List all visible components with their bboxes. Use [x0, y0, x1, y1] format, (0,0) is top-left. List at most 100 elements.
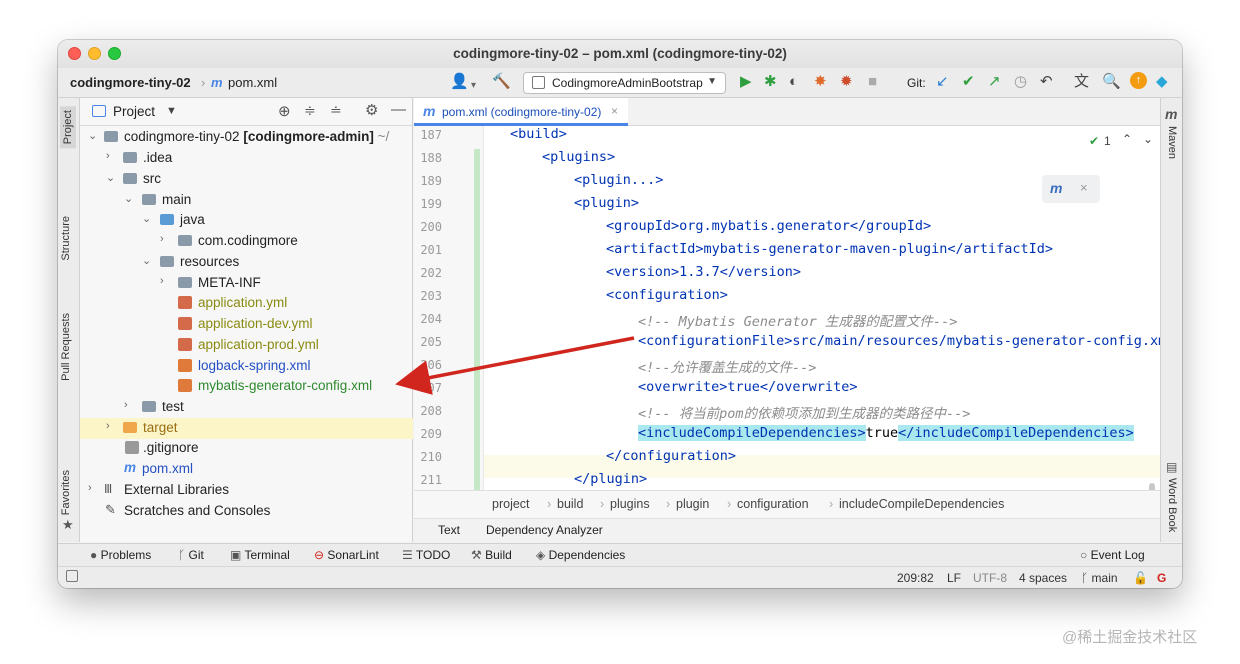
breadcrumb-include-compile-dependencies[interactable]: includeCompileDependencies — [839, 497, 1004, 511]
tool-dependencies[interactable]: ◈ Dependencies — [536, 548, 625, 562]
file-encoding[interactable]: UTF-8 — [973, 571, 1007, 585]
lock-icon[interactable]: 🔓 — [1133, 571, 1148, 585]
tab-structure[interactable]: Structure — [60, 216, 72, 261]
chevron-right-icon[interactable]: › — [106, 420, 110, 432]
code-line-188[interactable]: <plugins> — [484, 149, 1160, 172]
code-line-187[interactable]: <build> — [484, 126, 1160, 149]
code-line-207[interactable]: <overwrite>true</overwrite> — [484, 379, 1160, 402]
git-update-icon[interactable]: ↙ — [936, 73, 949, 91]
tree-item-gitignore[interactable]: .gitignore — [80, 438, 413, 459]
translate-icon[interactable]: 文 — [1074, 73, 1089, 91]
chevron-right-icon[interactable]: › — [124, 399, 128, 411]
tool-terminal[interactable]: ▣ Terminal — [230, 548, 290, 562]
tree-item-application-dev-yml[interactable]: application-dev.yml — [80, 314, 413, 335]
tree-item-java[interactable]: ⌄ java — [80, 210, 413, 231]
inspection-count[interactable]: 1 — [1104, 134, 1111, 148]
code-line-209[interactable]: <includeCompileDependencies>true</includ… — [484, 425, 1160, 448]
breadcrumb-build[interactable]: build — [557, 497, 583, 511]
run-icon[interactable]: ▶ — [740, 73, 752, 91]
build-hammer-icon[interactable]: 🔨 — [492, 73, 511, 91]
code-line-202[interactable]: <version>1.3.7</version> — [484, 264, 1160, 287]
tree-item-external-libraries[interactable]: › Ⅲ External Libraries — [80, 480, 413, 501]
tree-item-idea[interactable]: › .idea — [80, 148, 413, 169]
git-commit-icon[interactable]: ✔ — [962, 73, 975, 91]
tree-item-package[interactable]: › com.codingmore — [80, 231, 413, 252]
close-icon[interactable]: × — [1080, 180, 1088, 195]
tab-project[interactable]: Project — [60, 106, 76, 149]
chevron-down-icon[interactable]: ⌄ — [142, 212, 151, 225]
tree-item-logback-xml[interactable]: logback-spring.xml — [80, 356, 413, 377]
chevron-right-icon[interactable]: › — [88, 482, 92, 494]
breadcrumb-configuration[interactable]: configuration — [737, 497, 809, 511]
tab-text[interactable]: Text — [438, 523, 460, 537]
chevron-right-icon[interactable]: › — [160, 233, 164, 245]
coverage-icon[interactable]: ◐ — [789, 73, 798, 91]
previous-highlight-icon[interactable]: ⌃ — [1122, 132, 1132, 146]
chevron-right-icon[interactable]: › — [106, 150, 110, 162]
chevron-down-icon[interactable]: ▾ — [471, 77, 476, 95]
close-icon[interactable]: × — [611, 104, 618, 118]
tree-item-pom-xml[interactable]: m pom.xml — [80, 459, 413, 480]
code-line-204[interactable]: <!-- Mybatis Generator 生成器的配置文件--> — [484, 310, 1160, 333]
tree-item-resources[interactable]: ⌄ resources — [80, 252, 413, 273]
tool-git[interactable]: ᚴ Git — [178, 548, 204, 562]
stop-icon[interactable]: ■ — [868, 73, 877, 91]
code-line-205[interactable]: <configurationFile>src/main/resources/my… — [484, 333, 1160, 356]
tool-sonarlint[interactable]: ⊖ SonarLint — [314, 548, 379, 562]
chevron-right-icon[interactable]: › — [160, 275, 164, 287]
code-line-206[interactable]: <!--允许覆盖生成的文件--> — [484, 356, 1160, 379]
tool-todo[interactable]: ☰ TODO — [402, 548, 450, 562]
tree-item-target[interactable]: › target — [80, 418, 413, 439]
tool-event-log[interactable]: ○ Event Log — [1080, 548, 1145, 562]
tree-item-meta-inf[interactable]: › META-INF — [80, 273, 413, 294]
run-configuration-select[interactable]: CodingmoreAdminBootstrap ▼ — [523, 72, 726, 94]
run-anything-icon[interactable]: ✹ — [840, 73, 853, 91]
debug-icon[interactable]: ✱ — [764, 73, 777, 91]
update-icon[interactable]: ↑ — [1130, 72, 1147, 89]
hide-panel-icon[interactable]: — — [391, 101, 406, 118]
breadcrumb-file[interactable]: pom.xml — [228, 75, 277, 90]
gear-icon[interactable]: ⚙ — [365, 101, 378, 119]
chevron-down-icon[interactable]: ⌄ — [106, 171, 115, 184]
google-icon[interactable]: G — [1157, 571, 1166, 585]
chevron-down-icon[interactable]: ⌄ — [124, 192, 133, 205]
tree-item-root[interactable]: ⌄ codingmore-tiny-02 [codingmore-admin] … — [80, 127, 413, 148]
tree-item-scratches[interactable]: ✎ Scratches and Consoles — [80, 501, 413, 522]
chevron-down-icon[interactable]: ⌄ — [88, 129, 97, 142]
profiler-icon[interactable]: ✸ — [814, 73, 827, 91]
maven-reload-icon[interactable]: m — [1050, 180, 1062, 196]
indent-setting[interactable]: 4 spaces — [1019, 571, 1067, 585]
line-separator[interactable]: LF — [947, 571, 961, 585]
inspection-check-icon[interactable]: ✔ — [1089, 134, 1099, 148]
tree-item-application-prod-yml[interactable]: application-prod.yml — [80, 335, 413, 356]
code-line-211[interactable]: </plugin> — [484, 471, 1160, 490]
chevron-down-icon[interactable]: ▼ — [166, 105, 177, 117]
breadcrumb-plugin[interactable]: plugin — [676, 497, 709, 511]
code-line-203[interactable]: <configuration> — [484, 287, 1160, 310]
tab-pull-requests[interactable]: Pull Requests — [60, 313, 72, 381]
tab-dependency-analyzer[interactable]: Dependency Analyzer — [486, 523, 603, 537]
code-line-200[interactable]: <groupId>org.mybatis.generator</groupId> — [484, 218, 1160, 241]
locate-file-icon[interactable]: ⊕ — [278, 102, 291, 120]
history-icon[interactable]: ◷ — [1014, 73, 1027, 91]
toggle-tool-windows-icon[interactable] — [66, 570, 78, 582]
breadcrumb-plugins[interactable]: plugins — [610, 497, 650, 511]
breadcrumb-project[interactable]: codingmore-tiny-02 — [70, 75, 191, 90]
tab-favorites[interactable]: Favorites — [60, 470, 72, 515]
user-icon[interactable]: 👤 — [450, 73, 469, 91]
git-branch-widget[interactable]: ᚴ main — [1081, 571, 1118, 585]
tree-item-mybatis-generator-config[interactable]: mybatis-generator-config.xml — [80, 376, 413, 397]
git-push-icon[interactable]: ↗ — [988, 73, 1001, 91]
tree-item-main[interactable]: ⌄ main — [80, 190, 413, 211]
plugin-logo-icon[interactable]: ◆ — [1156, 73, 1168, 91]
code-line-208[interactable]: <!-- 将当前pom的依赖项添加到生成器的类路径中--> — [484, 402, 1160, 425]
tool-problems[interactable]: ● Problems — [90, 548, 151, 562]
editor-tab-pom-xml[interactable]: m pom.xml (codingmore-tiny-02) × — [414, 98, 628, 126]
tree-item-test[interactable]: › test — [80, 397, 413, 418]
rollback-icon[interactable]: ↶ — [1040, 73, 1053, 91]
expand-all-icon[interactable]: ≑ — [304, 102, 316, 119]
next-highlight-icon[interactable]: ⌄ — [1143, 132, 1153, 146]
xml-tag-folded[interactable]: <plugin...> — [574, 172, 663, 188]
collapse-all-icon[interactable]: ≐ — [330, 102, 342, 119]
tree-item-application-yml[interactable]: application.yml — [80, 293, 413, 314]
